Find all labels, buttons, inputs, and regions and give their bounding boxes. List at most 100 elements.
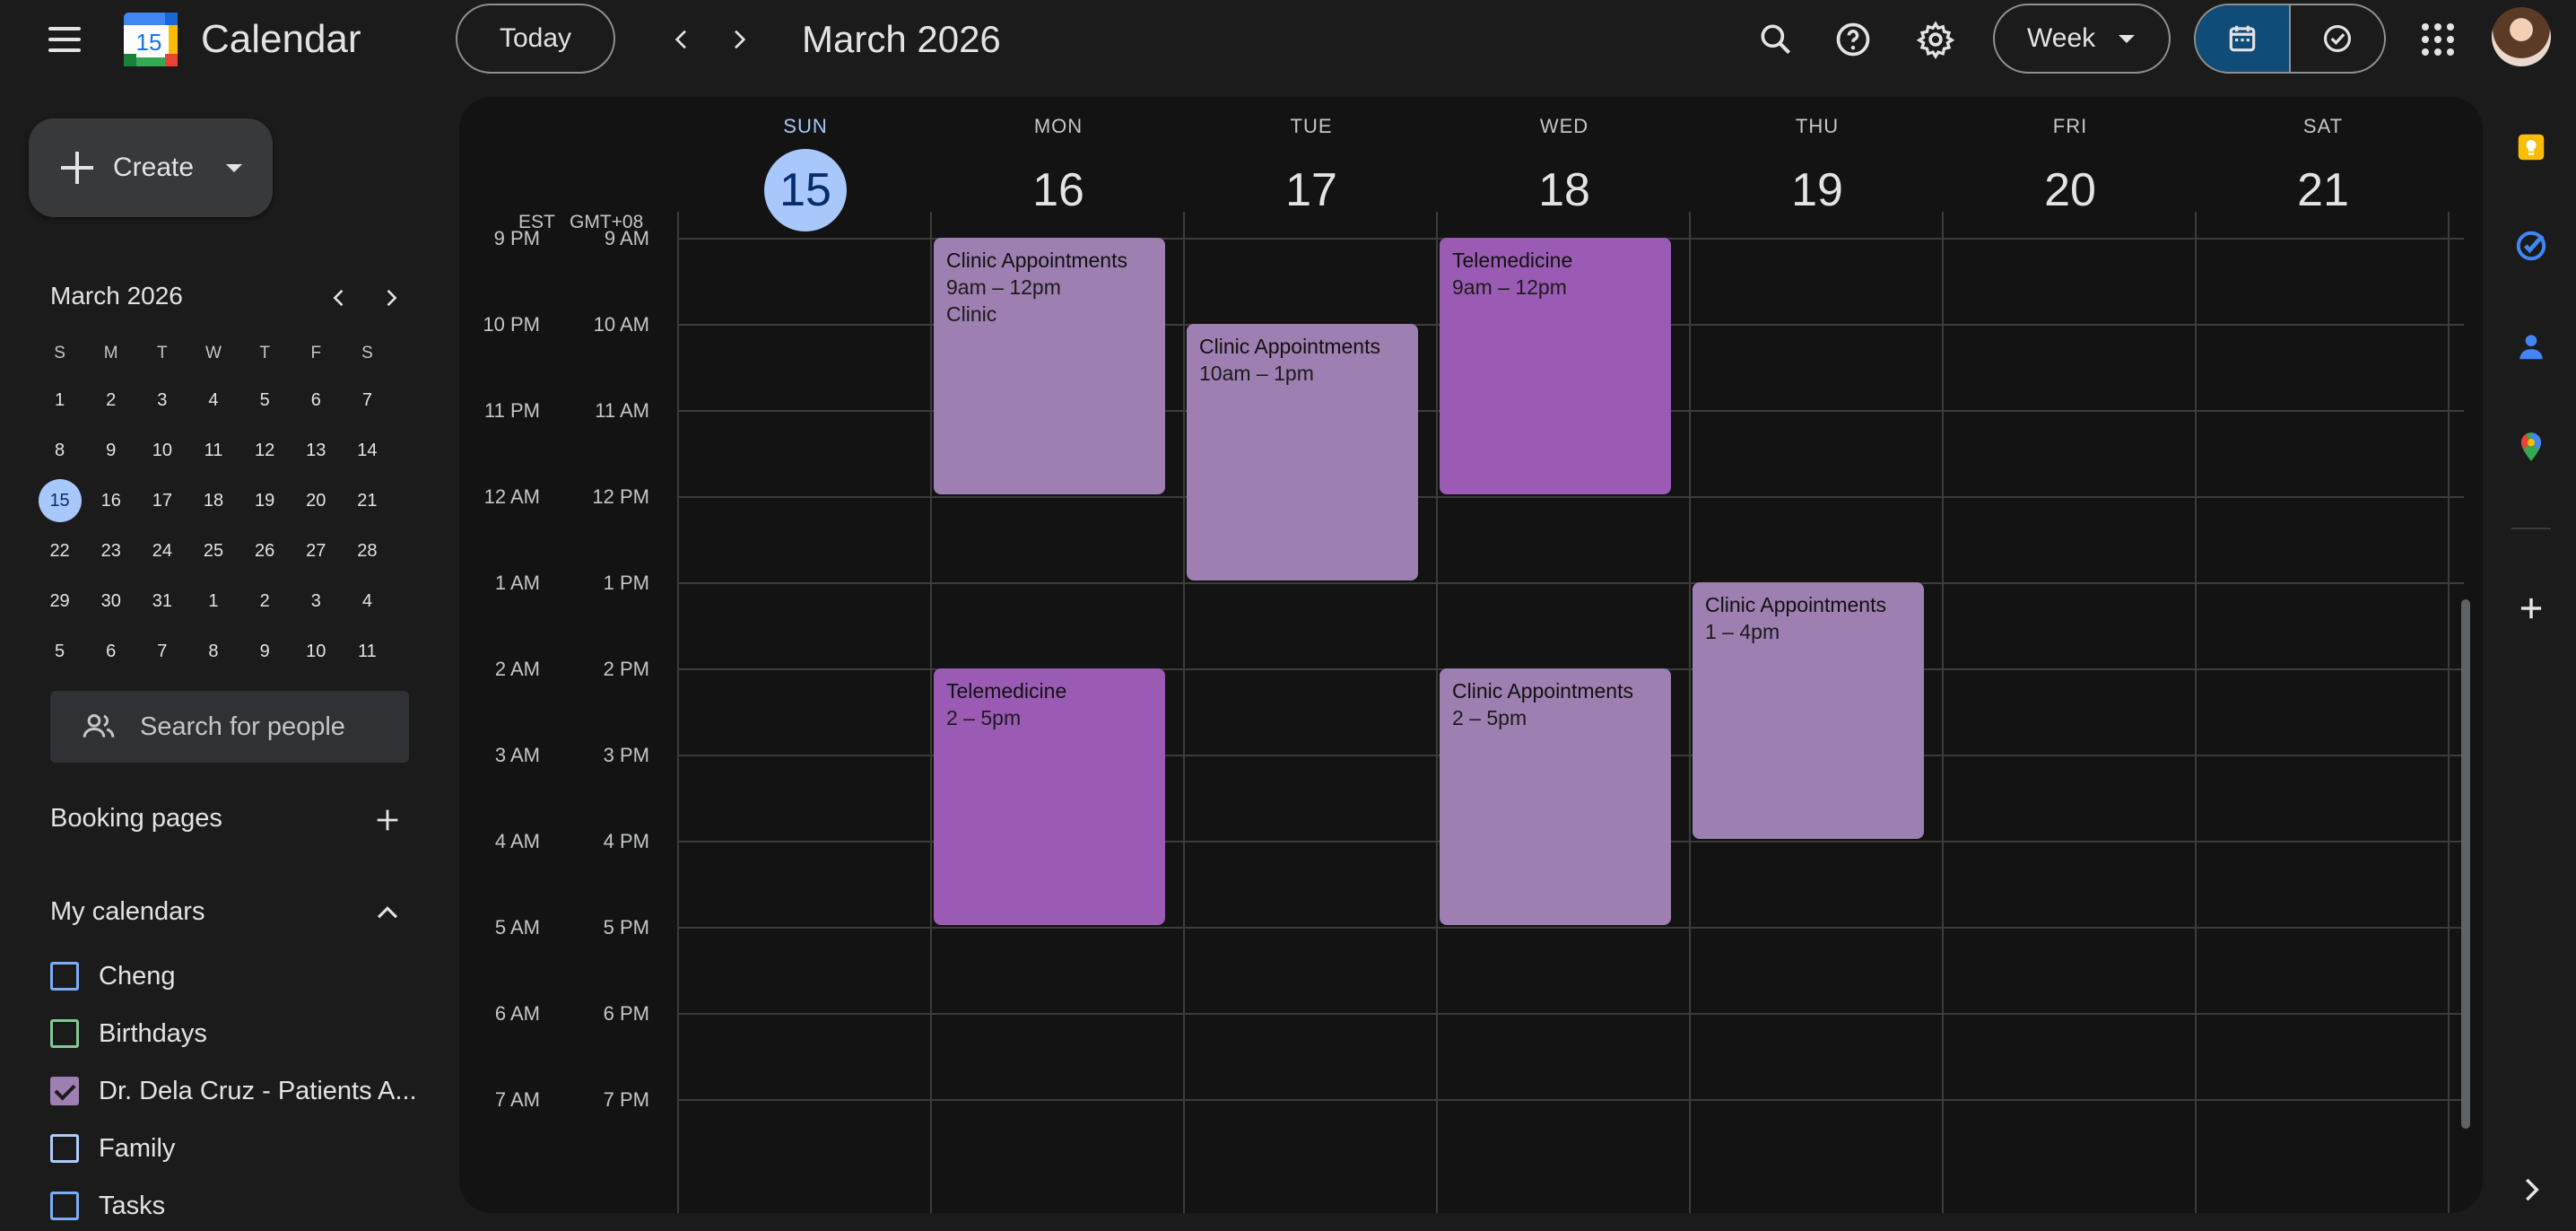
mini-calendar-day[interactable]: 17	[136, 479, 187, 522]
mini-calendar-day[interactable]: 26	[239, 529, 291, 572]
calendar-item[interactable]: Birthdays	[50, 1014, 207, 1053]
week-view: SUN 15 MON 16 TUE 17 WED 18 THU 19 FRI 20 SAT 21 EST …	[459, 97, 2483, 1213]
calendar-checkbox[interactable]	[50, 1019, 79, 1048]
mini-calendar-day[interactable]: 8	[187, 630, 239, 673]
mini-calendar-day-number: 3	[310, 591, 321, 611]
mini-calendar-day[interactable]: 23	[85, 529, 136, 572]
mini-calendar-day[interactable]: 14	[342, 429, 393, 472]
mini-calendar-day[interactable]: 6	[85, 630, 136, 673]
tasks-button[interactable]	[2511, 226, 2551, 266]
mini-calendar-day[interactable]: 28	[342, 529, 393, 572]
event-time: 9am – 12pm	[1452, 275, 1567, 299]
calendar-item[interactable]: Tasks	[50, 1186, 165, 1226]
menu-icon[interactable]	[39, 20, 90, 59]
account-avatar[interactable]	[2492, 7, 2551, 66]
mini-calendar-day[interactable]: 10	[291, 630, 342, 673]
mini-calendar-day[interactable]: 9	[239, 630, 291, 673]
add-booking-page-button[interactable]	[368, 800, 407, 840]
mini-calendar-day[interactable]: 30	[85, 580, 136, 623]
mini-calendar-prev-button[interactable]	[319, 278, 359, 318]
mini-calendar-day[interactable]: 31	[136, 580, 187, 623]
mini-calendar-day[interactable]: 2	[239, 580, 291, 623]
mini-calendar-day[interactable]: 10	[136, 429, 187, 472]
mini-calendar-day[interactable]: 27	[291, 529, 342, 572]
mini-calendar-day[interactable]: 24	[136, 529, 187, 572]
mini-calendar-day[interactable]: 7	[136, 630, 187, 673]
my-calendars-heading[interactable]: My calendars	[50, 897, 205, 927]
mini-calendar-day[interactable]: 1	[34, 379, 85, 422]
mini-calendar-day[interactable]: 4	[187, 379, 239, 422]
search-people-field[interactable]: Search for people	[50, 691, 409, 763]
next-week-button[interactable]	[718, 18, 761, 61]
event-title: Telemedicine	[1452, 249, 1573, 272]
time-label-est: 9 PM	[493, 227, 540, 249]
calendar-checkbox[interactable]	[50, 962, 79, 991]
tasks-view-toggle[interactable]	[2289, 5, 2384, 72]
mini-calendar-day[interactable]: 22	[34, 529, 85, 572]
mini-calendar-day[interactable]: 29	[34, 580, 85, 623]
view-selector[interactable]: Week	[1993, 4, 2171, 74]
mini-calendar-day[interactable]: 5	[34, 630, 85, 673]
mini-calendar-day[interactable]: 9	[85, 429, 136, 472]
today-button[interactable]: Today	[456, 4, 615, 74]
maps-button[interactable]	[2511, 427, 2551, 467]
mini-calendar-week: 1 2 3 4 5 6 7	[34, 375, 393, 425]
chevron-left-icon	[674, 30, 686, 49]
calendar-checkbox[interactable]	[50, 1077, 79, 1105]
calendar-item[interactable]: Cheng	[50, 956, 175, 996]
mini-calendar-day[interactable]: 5	[239, 379, 291, 422]
mini-calendar-day[interactable]: 2	[85, 379, 136, 422]
mini-calendar-day[interactable]: 16	[85, 479, 136, 522]
time-label-local: 2 PM	[603, 658, 649, 680]
mini-calendar-today[interactable]: 15	[34, 479, 85, 522]
mini-calendar-day[interactable]: 20	[291, 479, 342, 522]
mini-calendar-day[interactable]: 7	[342, 379, 393, 422]
keep-button[interactable]	[2511, 127, 2551, 167]
telemedicine-event[interactable]: Telemedicine 9am – 12pm	[1440, 238, 1671, 494]
calendar-checkbox[interactable]	[50, 1134, 79, 1163]
create-button[interactable]: Create	[29, 118, 273, 217]
settings-button[interactable]	[1910, 14, 1961, 65]
get-addons-button[interactable]	[2511, 589, 2551, 628]
clinic-appointments-event[interactable]: Clinic Appointments 9am – 12pm Clinic	[934, 238, 1165, 494]
telemedicine-event[interactable]: Telemedicine 2 – 5pm	[934, 668, 1165, 925]
mini-calendar-day[interactable]: 3	[136, 379, 187, 422]
mini-calendar-day[interactable]: 4	[342, 580, 393, 623]
contacts-button[interactable]	[2511, 327, 2551, 366]
time-label-local: 6 PM	[603, 1002, 649, 1025]
mini-calendar-day[interactable]: 19	[239, 479, 291, 522]
calendar-view-toggle[interactable]	[2196, 5, 2289, 72]
mini-calendar-day[interactable]: 21	[342, 479, 393, 522]
calendar-checkbox[interactable]	[50, 1192, 79, 1220]
chevron-right-icon	[387, 289, 397, 307]
search-button[interactable]	[1751, 14, 1801, 65]
mini-calendar-day-number: 8	[208, 642, 219, 661]
calendar-item[interactable]: Dr. Dela Cruz - Patients A...	[50, 1071, 417, 1111]
mini-calendar-day-number: 2	[259, 591, 270, 611]
mini-calendar-day[interactable]: 18	[187, 479, 239, 522]
mini-calendar-day[interactable]: 3	[291, 580, 342, 623]
help-button[interactable]	[1828, 14, 1878, 65]
mini-calendar-day[interactable]: 6	[291, 379, 342, 422]
collapse-my-calendars-button[interactable]	[368, 894, 407, 933]
clinic-appointments-event[interactable]: Clinic Appointments 1 – 4pm	[1693, 582, 1924, 839]
time-grid[interactable]: Clinic Appointments 9am – 12pm Clinic Clini…	[677, 212, 2464, 1213]
mini-calendar-weekday: M	[103, 344, 118, 362]
mini-calendar-day[interactable]: 8	[34, 429, 85, 472]
mini-calendar-day[interactable]: 1	[187, 580, 239, 623]
apps-grid-icon[interactable]	[2420, 22, 2456, 57]
mini-calendar-day[interactable]: 11	[187, 429, 239, 472]
mini-calendar-day[interactable]: 11	[342, 630, 393, 673]
mini-calendar-day[interactable]: 25	[187, 529, 239, 572]
mini-calendar-day[interactable]: 13	[291, 429, 342, 472]
mini-calendar-next-button[interactable]	[371, 278, 411, 318]
previous-week-button[interactable]	[660, 18, 703, 61]
mini-calendar-day[interactable]: 12	[239, 429, 291, 472]
clinic-appointments-event[interactable]: Clinic Appointments 10am – 1pm	[1187, 324, 1418, 581]
mini-calendar-day-number: 31	[152, 591, 172, 611]
calendar-item[interactable]: Family	[50, 1129, 175, 1168]
expand-side-panel-button[interactable]	[2511, 1170, 2551, 1209]
clinic-appointments-event[interactable]: Clinic Appointments 2 – 5pm	[1440, 668, 1671, 925]
calendar-logo-icon[interactable]: 15	[120, 9, 181, 70]
vertical-scrollbar[interactable]	[2461, 599, 2470, 1129]
